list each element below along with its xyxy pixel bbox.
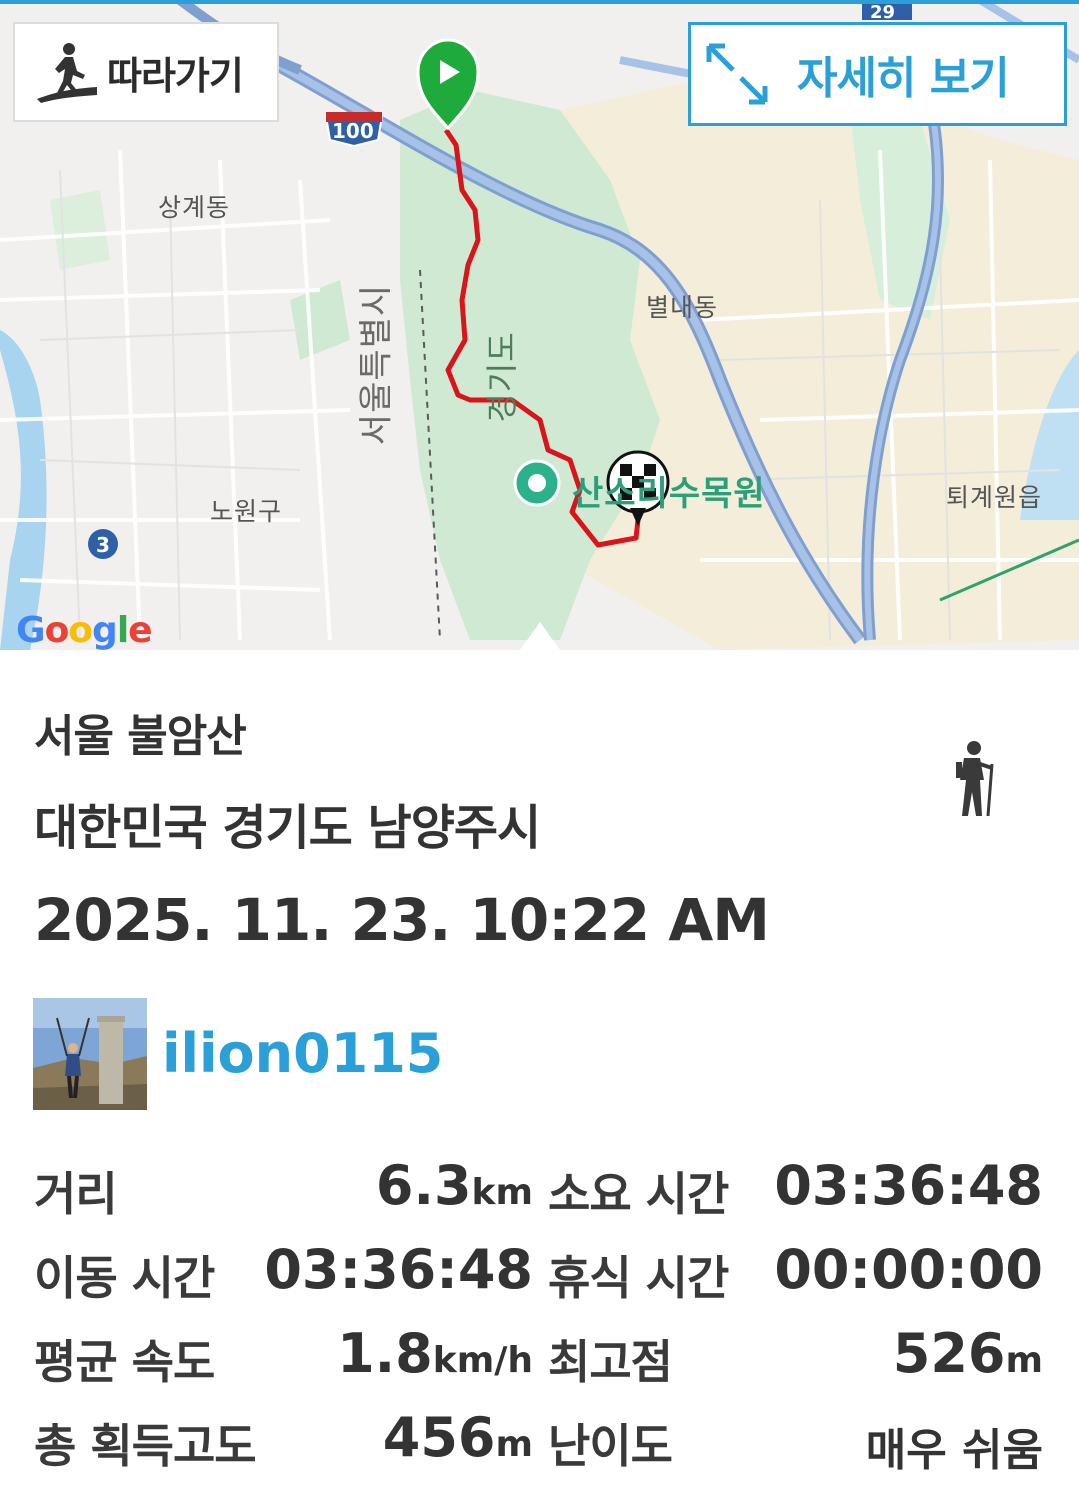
map-label-byeollae: 별내동 bbox=[646, 293, 719, 322]
follow-button-label: 따라가기 bbox=[107, 53, 244, 98]
stat-row: 평균 속도 1.8km/h 최고점 526m bbox=[0, 1318, 1079, 1402]
map-label-nowon: 노원구 bbox=[210, 497, 283, 526]
stat-label-difficulty: 난이도 bbox=[548, 1419, 673, 1473]
stat-value-avg-speed: 1.8km/h bbox=[337, 1322, 533, 1385]
stat-row: 총 획득고도 456m 난이도 매우 쉬움 bbox=[0, 1402, 1079, 1486]
stat-value-distance: 6.3km bbox=[375, 1154, 533, 1217]
avatar-photo bbox=[33, 998, 147, 1110]
follow-button[interactable]: 따라가기 bbox=[13, 22, 279, 122]
stat-value-max-altitude: 526m bbox=[892, 1322, 1043, 1385]
stat-value-moving-time: 03:36:48 bbox=[264, 1238, 533, 1301]
walking-person-icon bbox=[37, 43, 97, 103]
map-label-toegyewon: 퇴계원읍 bbox=[946, 483, 1043, 512]
stat-label-elevation-gain: 총 획득고도 bbox=[34, 1419, 257, 1473]
top-accent-line bbox=[0, 0, 1079, 4]
stat-label-moving-time: 이동 시간 bbox=[34, 1251, 215, 1305]
stat-value-difficulty: 매우 쉬움 bbox=[865, 1425, 1043, 1476]
stat-value-elevation-gain: 456m bbox=[382, 1406, 533, 1469]
line-badge-text: 3 bbox=[96, 533, 110, 557]
map-pointer-notch bbox=[0, 622, 1079, 650]
detail-view-label: 자세히 보기 bbox=[797, 53, 1010, 104]
map-label-gyeonggi: 경기도 bbox=[483, 331, 521, 423]
detail-view-button[interactable]: 자세히 보기 bbox=[688, 22, 1067, 126]
map-label-arboretum[interactable]: 산소리수목원 bbox=[572, 466, 766, 515]
stat-label-distance: 거리 bbox=[34, 1167, 118, 1221]
activity-datetime: 2025. 11. 23. 10:22 AM bbox=[34, 886, 770, 954]
username-link[interactable]: ilion0115 bbox=[162, 1022, 443, 1085]
stat-label-total-time: 소요 시간 bbox=[548, 1167, 729, 1221]
stat-label-max-altitude: 최고점 bbox=[548, 1335, 673, 1389]
stat-label-avg-speed: 평균 속도 bbox=[34, 1335, 215, 1389]
avatar[interactable] bbox=[33, 998, 147, 1110]
activity-title: 서울 불암산 bbox=[34, 711, 247, 762]
route-badge-top-text: 29 bbox=[870, 2, 895, 23]
map-view[interactable]: 100 29 3 상계동 별내동 노원구 퇴계원읍 서울특별시 경기도 산소리수… bbox=[0, 0, 1079, 650]
stat-value-rest-time: 00:00:00 bbox=[774, 1238, 1043, 1301]
stats-table: 거리 6.3km 소요 시간 03:36:48 이동 시간 03:36:48 휴… bbox=[0, 1150, 1079, 1486]
stat-label-rest-time: 휴식 시간 bbox=[548, 1251, 729, 1305]
map-label-sanggye: 상계동 bbox=[158, 193, 231, 222]
hiker-icon bbox=[956, 741, 994, 817]
expand-arrows-icon bbox=[706, 43, 768, 105]
stat-row: 거리 6.3km 소요 시간 03:36:48 bbox=[0, 1150, 1079, 1234]
stat-value-total-time: 03:36:48 bbox=[774, 1154, 1043, 1217]
activity-location: 대한민국 경기도 남양주시 bbox=[34, 800, 541, 856]
stat-row: 이동 시간 03:36:48 휴식 시간 00:00:00 bbox=[0, 1234, 1079, 1318]
map-label-seoul: 서울특별시 bbox=[356, 283, 397, 446]
route-badge-text: 100 bbox=[332, 119, 374, 143]
